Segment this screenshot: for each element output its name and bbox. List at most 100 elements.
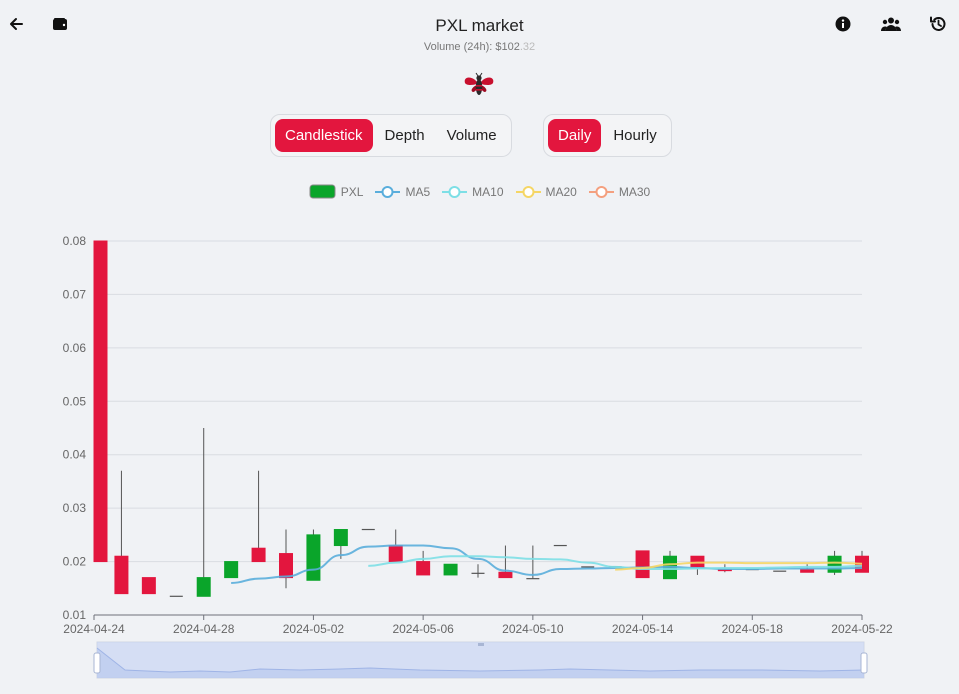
legend-item-ma30[interactable]: MA30 — [588, 184, 651, 199]
candle — [526, 545, 540, 580]
tab-candlestick[interactable]: Candlestick — [275, 119, 373, 152]
tab-volume[interactable]: Volume — [437, 119, 507, 152]
zoom-handle-right — [860, 652, 868, 674]
candle-body — [251, 547, 266, 563]
y-tick-label: 0.08 — [63, 234, 87, 248]
candle — [443, 563, 458, 576]
tab-depth[interactable]: Depth — [375, 119, 435, 152]
candle — [114, 470, 129, 595]
candle-body — [663, 555, 677, 580]
candle — [141, 577, 156, 595]
volume-decimals: .32 — [519, 41, 536, 53]
zoom-track — [96, 641, 865, 679]
legend-label-ma30: MA30 — [618, 184, 651, 199]
candle — [498, 545, 513, 579]
candle-body — [827, 555, 842, 573]
market-header: PXL market Volume (24h): $102.32 — [0, 16, 959, 53]
candle-body — [93, 240, 108, 563]
data-zoom-slider[interactable] — [0, 0, 959, 694]
candle-body — [141, 577, 156, 595]
moving-average-lines — [231, 544, 863, 584]
x-tick-label: 2024-05-02 — [283, 622, 345, 636]
volume-label: Volume (24h): $102 — [423, 41, 520, 53]
candle-body — [279, 553, 293, 579]
chart-legend: PXL MA5 MA10 MA20 MA30 — [0, 184, 959, 199]
candle — [471, 564, 485, 578]
x-axis: 2024-04-24 2024-04-28 2024-05-02 2024-05-06… — [63, 614, 893, 636]
candle — [800, 564, 815, 573]
y-tick-label: 0.03 — [63, 501, 87, 515]
candle — [827, 550, 842, 575]
y-tick-label: 0.05 — [63, 394, 87, 408]
bee-logo-icon — [464, 72, 494, 95]
candle — [717, 564, 732, 573]
candle-body — [498, 571, 513, 579]
y-tick-label: 0.04 — [63, 448, 87, 462]
y-tick-label: 0.02 — [63, 555, 87, 569]
ma-line-ma10 — [368, 555, 863, 571]
x-tick-label: 2024-05-06 — [392, 622, 454, 636]
candles — [93, 240, 869, 597]
candle-body — [855, 555, 869, 573]
candle — [93, 240, 108, 563]
candle — [196, 428, 211, 597]
candle — [306, 529, 321, 581]
legend-item-ma10[interactable]: MA10 — [442, 184, 504, 199]
legend-label-pxl: PXL — [340, 184, 364, 199]
zoom-move-handle — [478, 643, 484, 646]
candle — [333, 529, 348, 559]
x-tick-label: 2024-05-10 — [502, 622, 564, 636]
page-title: PXL market — [435, 16, 524, 35]
y-tick-label: 0.06 — [63, 341, 87, 355]
x-tick-label: 2024-04-24 — [63, 622, 125, 636]
candle — [416, 550, 431, 576]
candle-body — [800, 569, 815, 573]
legend-label-ma20: MA20 — [545, 184, 577, 199]
legend-item-ma20[interactable]: MA20 — [515, 184, 577, 199]
candle-body — [690, 555, 705, 568]
zoom-preview-line — [97, 648, 864, 678]
interval-tabs: Daily Hourly — [543, 114, 672, 157]
candle-body — [224, 561, 239, 579]
y-axis-ticks: 0.08 0.07 0.06 0.05 0.04 0.03 0.02 0.01 — [63, 234, 87, 622]
volume-24h: Volume (24h): $102.32 — [0, 41, 959, 53]
candle-body — [443, 563, 458, 576]
legend-swatch-pxl — [309, 184, 336, 199]
chart-grid — [94, 240, 862, 563]
x-tick-label: 2024-05-14 — [612, 622, 674, 636]
legend-swatch-ma10 — [442, 185, 468, 198]
legend-swatch-ma30 — [588, 185, 614, 198]
zoom-selection — [97, 642, 864, 678]
chart-type-tabs: Candlestick Depth Volume — [270, 114, 512, 157]
candle-body — [306, 534, 321, 581]
candlestick-chart[interactable]: 0.08 0.07 0.06 0.05 0.04 0.03 0.02 0.01 2024-04… — [0, 0, 959, 694]
candle — [388, 529, 403, 563]
candle-body — [196, 577, 211, 597]
candle-body — [114, 555, 129, 595]
ma-line-ma20 — [615, 561, 863, 571]
candle — [690, 555, 705, 575]
x-tick-label: 2024-04-28 — [173, 622, 235, 636]
x-tick-label: 2024-05-18 — [722, 622, 784, 636]
legend-swatch-ma5 — [375, 185, 401, 198]
tab-hourly[interactable]: Hourly — [603, 119, 666, 152]
candle-body — [388, 545, 403, 563]
legend-item-ma5[interactable]: MA5 — [375, 184, 430, 199]
legend-item-pxl[interactable]: PXL — [309, 184, 364, 199]
y-tick-label: 0.01 — [63, 608, 87, 622]
candle — [279, 529, 293, 589]
candle — [663, 550, 677, 580]
zoom-handle-left — [93, 652, 101, 674]
candle-body — [717, 569, 732, 572]
x-tick-label: 2024-05-22 — [831, 622, 893, 636]
tab-daily[interactable]: Daily — [548, 119, 602, 152]
candle — [251, 470, 266, 563]
legend-swatch-ma20 — [515, 185, 541, 198]
ma-line-ma5 — [231, 544, 863, 584]
candle — [855, 550, 869, 573]
candle — [635, 550, 650, 579]
candle-body — [416, 561, 431, 576]
candle-body — [635, 550, 650, 579]
candle — [224, 561, 239, 579]
candle-body — [333, 529, 348, 547]
